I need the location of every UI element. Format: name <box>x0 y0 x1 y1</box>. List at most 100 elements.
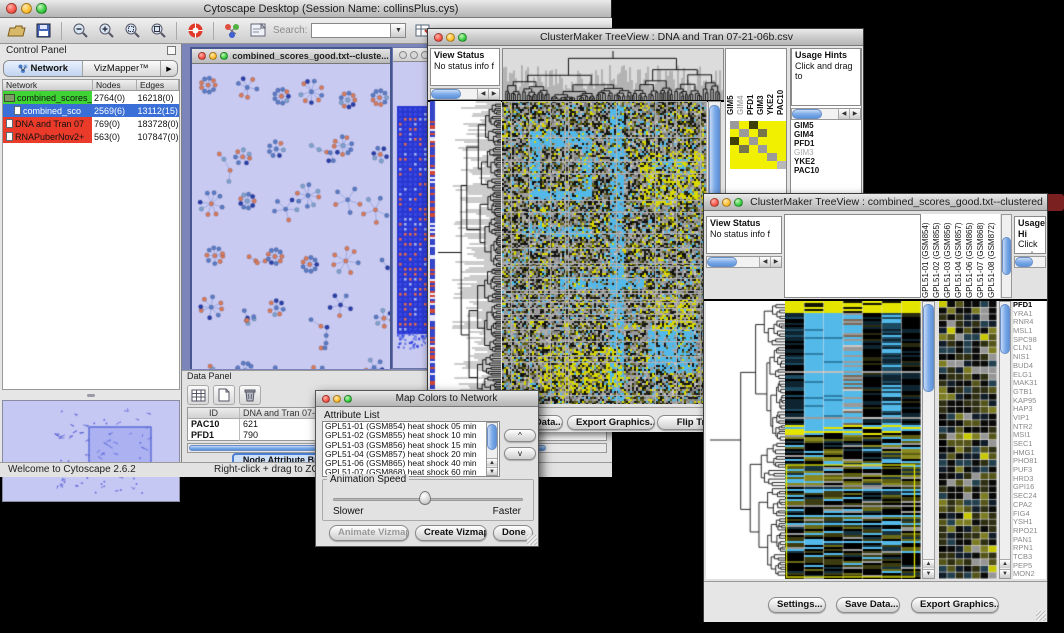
close-button[interactable] <box>198 52 206 60</box>
zoom-button[interactable] <box>344 395 352 403</box>
matrix-cell[interactable] <box>777 153 786 161</box>
row-dendrogram-canvas[interactable] <box>430 101 501 404</box>
tab-overflow-arrow[interactable]: ▶ <box>161 61 177 76</box>
search-input[interactable] <box>311 23 391 38</box>
column-edges[interactable]: Edges <box>137 80 179 90</box>
birds-eye-view-canvas[interactable] <box>3 401 179 501</box>
move-up-button[interactable]: ^ <box>504 429 536 442</box>
column-network[interactable]: Network <box>3 80 93 90</box>
column-label-scrollbar[interactable] <box>1001 214 1012 298</box>
matrix-cell[interactable] <box>739 153 748 161</box>
matrix-cell[interactable] <box>758 161 767 169</box>
zoomed-matrix[interactable] <box>730 121 786 169</box>
matrix-cell[interactable] <box>730 161 739 169</box>
resize-grip[interactable] <box>527 535 537 545</box>
help-button[interactable] <box>182 20 208 42</box>
close-button[interactable] <box>434 33 443 42</box>
matrix-cell[interactable] <box>749 153 758 161</box>
zoom-vertical-scrollbar[interactable]: ▲ ▼ <box>999 301 1011 579</box>
scroll-left-icon[interactable]: ◀ <box>838 109 849 119</box>
row-label[interactable]: GIM5 <box>794 121 860 130</box>
scroll-right-icon[interactable]: ▶ <box>849 109 860 119</box>
usage-hints-scrollbar[interactable] <box>1014 256 1046 268</box>
dialog-titlebar[interactable]: Map Colors to Network <box>316 391 538 407</box>
matrix-cell[interactable] <box>777 129 786 137</box>
matrix-cell[interactable] <box>739 145 748 153</box>
array-column-label[interactable]: PAC10 <box>776 49 786 115</box>
matrix-cell[interactable] <box>730 129 739 137</box>
array-column-label[interactable]: GIM5 <box>726 49 736 115</box>
create-attribute-button[interactable] <box>213 385 235 405</box>
array-column-label[interactable]: GPL51-02 (GSM855) <box>932 214 943 298</box>
matrix-cell[interactable] <box>739 129 748 137</box>
matrix-cell[interactable] <box>777 137 786 145</box>
vizmapper-button[interactable] <box>219 20 245 42</box>
close-button[interactable] <box>6 3 17 14</box>
row-dendrogram-canvas[interactable] <box>706 301 785 579</box>
matrix-cell[interactable] <box>758 153 767 161</box>
matrix-cell[interactable] <box>767 145 776 153</box>
matrix-cell[interactable] <box>777 121 786 129</box>
main-titlebar[interactable]: Cytoscape Desktop (Session Name: collins… <box>0 0 611 18</box>
minimize-button[interactable] <box>410 51 418 59</box>
array-column-label[interactable]: GPL51-06 (GSM865) <box>965 214 976 298</box>
delete-attribute-button[interactable] <box>239 385 261 405</box>
annotation-button[interactable] <box>245 20 271 42</box>
array-column-label[interactable]: GPL51-08 (GSM872) <box>987 214 998 298</box>
zoom-button[interactable] <box>36 3 47 14</box>
scroll-right-icon[interactable]: ▶ <box>488 89 499 99</box>
column-tree-area[interactable] <box>784 214 921 298</box>
zoom-in-button[interactable] <box>93 20 119 42</box>
move-down-button[interactable]: v <box>504 447 536 460</box>
minimize-button[interactable] <box>722 198 731 207</box>
close-button[interactable] <box>322 395 330 403</box>
select-attributes-button[interactable] <box>187 385 209 405</box>
matrix-cell[interactable] <box>749 129 758 137</box>
float-panel-icon[interactable] <box>167 46 176 55</box>
matrix-cell[interactable] <box>758 137 767 145</box>
treeview-button[interactable]: Export Graphics... <box>567 415 655 430</box>
column-dendrogram-canvas[interactable] <box>502 48 724 102</box>
array-column-label[interactable]: YKE2 <box>766 49 776 115</box>
zoom-out-button[interactable] <box>67 20 93 42</box>
matrix-cell[interactable] <box>730 145 739 153</box>
resize-grip[interactable] <box>1036 611 1046 621</box>
usage-hints-scrollbar[interactable]: ◀ ▶ <box>791 108 861 120</box>
expression-heatmap-canvas[interactable] <box>785 301 921 579</box>
zoom-selected-button[interactable] <box>119 20 145 42</box>
save-session-button[interactable] <box>30 20 56 42</box>
close-button[interactable] <box>399 51 407 59</box>
matrix-cell[interactable] <box>777 145 786 153</box>
row-label[interactable]: GIM3 <box>794 148 860 157</box>
treeview-button[interactable]: Save Data... <box>836 597 900 613</box>
create-vizmap-button[interactable]: Create Vizmap <box>415 525 487 541</box>
array-column-label[interactable]: GPL51-01 (GSM854) <box>921 214 932 298</box>
matrix-cell[interactable] <box>767 121 776 129</box>
search-dropdown-button[interactable]: ▼ <box>391 23 406 38</box>
matrix-cell[interactable] <box>767 153 776 161</box>
matrix-cell[interactable] <box>730 121 739 129</box>
treeview-button[interactable]: Export Graphics... <box>911 597 999 613</box>
network-canvas[interactable] <box>192 64 390 369</box>
matrix-cell[interactable] <box>749 121 758 129</box>
minimize-button[interactable] <box>446 33 455 42</box>
matrix-cell[interactable] <box>730 153 739 161</box>
matrix-cell[interactable] <box>767 137 776 145</box>
zoom-fit-button[interactable] <box>145 20 171 42</box>
scroll-down-icon[interactable]: ▼ <box>1000 569 1010 578</box>
array-column-label[interactable]: GIM4 <box>736 49 746 115</box>
zoomed-heatmap-canvas[interactable] <box>939 301 997 579</box>
scroll-up-icon[interactable]: ▲ <box>923 559 934 568</box>
treeview-button[interactable]: Settings... <box>768 597 826 613</box>
array-column-label[interactable]: GPL51-07 (GSM868) <box>976 214 987 298</box>
zoom-button[interactable] <box>458 33 467 42</box>
close-button[interactable] <box>710 198 719 207</box>
network-table-row[interactable]: combined_sco2569(6)13112(15) <box>3 104 179 117</box>
matrix-cell[interactable] <box>767 161 776 169</box>
row-label[interactable]: GIM4 <box>794 130 860 139</box>
matrix-cell[interactable] <box>730 137 739 145</box>
network-table-row[interactable]: combined_scores_2764(0)16218(0) <box>3 91 179 104</box>
network-table-row[interactable]: RNAPuberNov2+563(0)107847(0) <box>3 130 179 143</box>
array-column-label[interactable]: GIM3 <box>756 49 766 115</box>
treeview1-titlebar[interactable]: ClusterMaker TreeView : DNA and Tran 07-… <box>428 29 863 46</box>
